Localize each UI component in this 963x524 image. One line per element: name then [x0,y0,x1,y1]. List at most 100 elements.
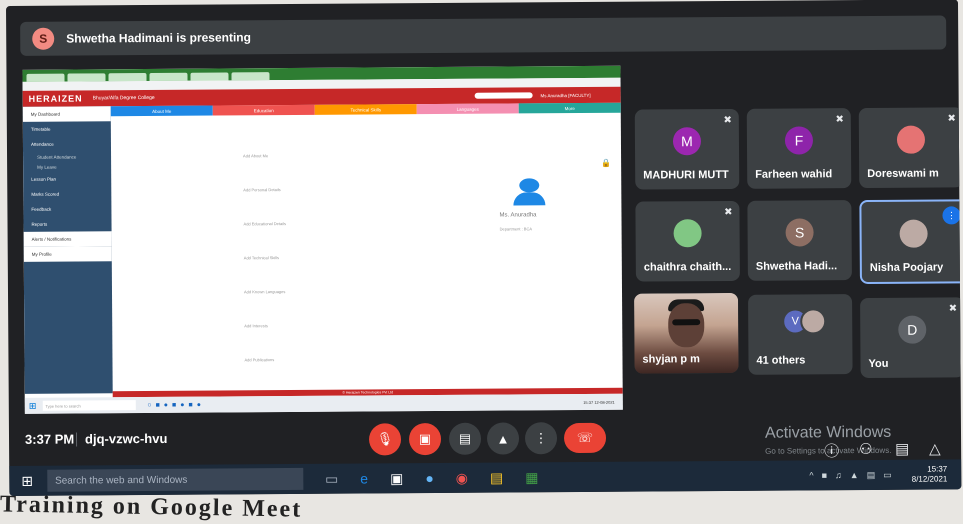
end-call-button[interactable]: ☏ [563,422,607,454]
shared-screen[interactable]: HERAIZEN Bhuyar/Alfa Degree College Ms A… [22,65,623,414]
speaking-indicator-icon: ⋮ [942,206,961,225]
participant-tile[interactable]: M MADHURI MUTT ✖ [634,108,740,190]
activities-icon[interactable]: △ [929,439,941,457]
store-icon[interactable]: ▣ [390,470,403,487]
participant-tile[interactable]: V 41 others [748,294,853,375]
presenting-bar: S Shwetha Hadimani is presenting [20,15,947,56]
avatar: F [784,126,814,155]
participant-name: Nisha Poojary [869,261,944,274]
browser-tab [67,73,106,82]
profile-avatar-icon [519,178,540,193]
profile-tab[interactable]: Education [212,104,315,116]
mic-muted-icon: ✖ [948,303,958,315]
sidebar-item[interactable]: Alerts / Notifications [23,231,112,247]
photo-caption: Training on Google Meet [0,491,303,523]
edge-icon[interactable]: e [360,470,368,486]
participant-tile[interactable]: Doreswami m ✖ [858,107,962,189]
browser-tab [190,72,229,81]
participant-name: Doreswami m [867,167,939,180]
video-glasses [672,319,701,326]
mic-muted-icon: ✖ [947,113,956,125]
participant-tile[interactable]: D You ✖ [860,297,962,379]
participant-grid: M MADHURI MUTT ✖ F Farheen wahid ✖ Doreswami m… [6,0,962,379]
chat-icon[interactable]: ▤ [895,440,909,458]
mic-off-button[interactable]: 🎙 [368,423,402,456]
participant-tile[interactable]: chaithra chaith... ✖ [635,200,740,282]
mic-muted-icon: ✖ [724,206,733,218]
captions-button[interactable]: ▤ [448,422,482,455]
mic-muted-icon: ✖ [723,114,732,126]
college-name: Bhuyar/Alfa Degree College [92,94,155,102]
sidebar-item[interactable]: My Leave [23,161,111,172]
sidebar-item[interactable]: Feedback [23,201,111,217]
avatar [800,308,827,335]
meeting-code: djq-vzwc-hvu [84,430,168,447]
windows-start-button[interactable]: ⊞ [21,472,33,489]
participant-name: You [868,357,889,370]
profile-tab[interactable]: About Me [110,105,213,117]
avatar [673,219,702,248]
profile-dept: Department : BCA [499,226,533,232]
more-options-button[interactable]: ⋮ [524,422,558,455]
info-icon[interactable]: ⓘ [824,440,839,461]
file-explorer-icon[interactable]: ▤ [490,469,503,486]
sidebar-item[interactable]: Lesson Plan [23,171,111,187]
browser-tab [231,72,270,81]
task-view-icon[interactable]: ▭ [325,470,338,487]
participant-name: Farheen wahid [755,168,833,181]
sidebar-item[interactable]: Reports [23,216,111,232]
browser-tab [108,73,147,82]
sidebar-item[interactable]: Marks Scored [23,186,111,202]
profile-name: Ms. Anuradha [499,212,537,219]
present-button[interactable]: ▲ [486,422,520,455]
sidebar-item[interactable]: My Profile [23,246,112,262]
content-line[interactable]: Add Known Languages [244,289,285,294]
participant-name: chaithra chaith... [643,260,732,274]
camera-off-button[interactable]: ▣ [408,422,442,456]
content-line[interactable]: Add Educational Details [244,221,287,226]
present-icon: ▲ [496,430,510,447]
sidebar-item[interactable]: My Dashboard [22,106,111,122]
lock-icon: 🔒 [601,158,612,168]
meet-window: S Shwetha Hadimani is presenting HERAIZE… [6,0,962,496]
sidebar-item[interactable]: Timetable [23,121,111,137]
windows-start-icon: ⊞ [28,400,37,411]
clock-date: 8/12/2021 [911,474,948,484]
participant-tile[interactable]: shyjan p m [634,292,739,374]
chrome-icon[interactable]: ◉ [456,469,468,486]
system-tray-icons[interactable]: ^■♫▲▤▭ [809,469,899,481]
content-line[interactable]: Add Publications [244,357,274,362]
profile-tab[interactable]: Languages [416,103,519,115]
mic-muted-icon: ✖ [835,114,844,126]
avatar: D [898,315,927,344]
avatar: M [672,127,702,156]
content-line[interactable]: Add Personal Details [243,187,280,192]
windows-search-input[interactable]: Search the web and Windows [46,467,304,492]
divider [75,432,78,447]
avatar: S [785,218,814,247]
camera-off-icon: ▣ [418,431,432,447]
more-options-icon: ⋮ [534,430,548,446]
windows-taskbar: ⊞ Search the web and Windows ▭ e ▣ ● ◉ ▤… [9,459,962,496]
participant-tile[interactable]: Nisha Poojary ⋮ [859,199,962,285]
participant-name: shyjan p m [642,353,700,366]
shared-taskbar: ⊞ Type here to search ○■●■●■● 15:37 12-0… [24,393,623,414]
profile-tab[interactable]: More [518,102,621,114]
content-line[interactable]: Add About Me [243,153,268,158]
excel-icon[interactable]: ▦ [525,469,538,486]
content-line[interactable]: Add Interests [244,323,268,328]
profile-tab[interactable]: Technical Skills [314,104,417,115]
content-line[interactable]: Add Technical Skills [244,255,279,260]
app-user: Ms Anuradha [FACULTY] [540,92,591,98]
taskbar-clock: 15:37 8/12/2021 [912,464,948,484]
participant-tile[interactable]: S Shwetha Hadi... [747,200,852,281]
profile-tabs: About Me Education Technical Skills Languag… [110,102,621,117]
clock-time: 15:37 [927,464,948,474]
sidebar-item[interactable]: Attendance [23,136,111,152]
teams-icon[interactable]: ● [425,470,434,486]
participant-tile[interactable]: F Farheen wahid ✖ [746,108,852,189]
participant-name: MADHURI MUTT [643,168,729,182]
people-icon[interactable]: ⚇ [859,440,873,458]
others-avatars: V [782,308,827,335]
sidebar-item[interactable]: Student Attendance [23,151,111,162]
